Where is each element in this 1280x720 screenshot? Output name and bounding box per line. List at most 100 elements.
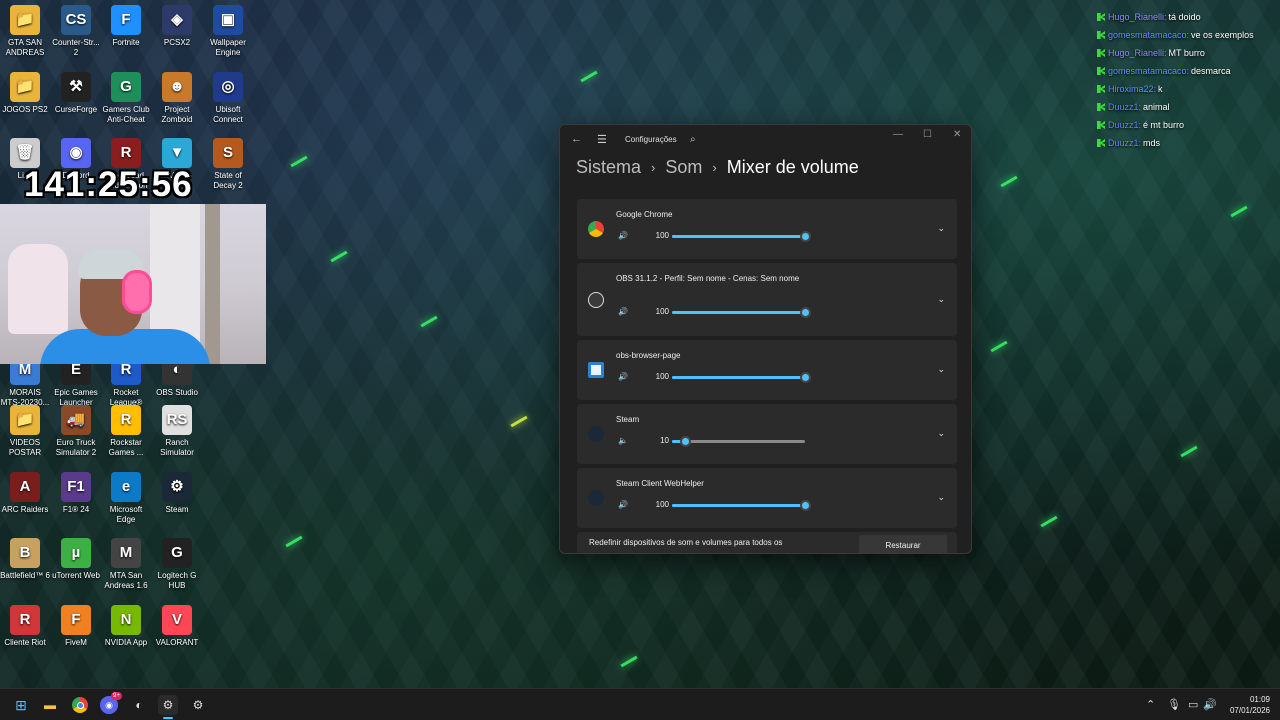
app-icon: A bbox=[10, 472, 40, 502]
chrome-icon[interactable] bbox=[70, 695, 90, 715]
desktop-icon[interactable]: ◈ PCSX2 bbox=[152, 5, 202, 48]
breadcrumb-sistema[interactable]: Sistema bbox=[576, 157, 641, 178]
desktop-icon[interactable]: e Microsoft Edge bbox=[101, 472, 151, 525]
desktop-icon[interactable]: V VALORANT bbox=[152, 605, 202, 648]
back-arrow-icon[interactable]: ← bbox=[571, 133, 582, 145]
volume-slider[interactable] bbox=[672, 436, 805, 447]
volume-slider-thumb[interactable] bbox=[800, 307, 811, 318]
desktop-icon[interactable]: A ARC Raiders bbox=[0, 472, 50, 515]
app-volume-card[interactable]: Steam 🔈 10 ⌄ bbox=[577, 404, 957, 464]
volume-value: 100 bbox=[655, 372, 669, 381]
speaker-icon[interactable]: 🔊 bbox=[618, 372, 628, 381]
desktop-icon[interactable]: 📁 JOGOS PS2 bbox=[0, 72, 50, 115]
desktop-icon[interactable]: G Logitech G HUB bbox=[152, 538, 202, 591]
desktop-icon-label: Fortnite bbox=[112, 38, 140, 47]
maximize-button[interactable]: ☐ bbox=[923, 129, 932, 140]
app-volume-card[interactable]: OBS 31.1.2 - Perfil: Sem nome - Cenas: S… bbox=[577, 263, 957, 336]
desktop-icon[interactable]: F Fortnite bbox=[101, 5, 151, 48]
app-name: Steam Client WebHelper bbox=[616, 479, 704, 488]
volume-slider-thumb[interactable] bbox=[800, 372, 811, 383]
close-button[interactable]: ✕ bbox=[953, 129, 961, 140]
speaker-icon[interactable]: 🔊 bbox=[618, 500, 628, 509]
taskbar: ⊞ ▬ ◉ 9+ ◐ ⚙ ⚙ ⌃ 🎙 ▭ 🔊 01:09 07/01/2026 bbox=[0, 688, 1280, 720]
volume-slider-thumb[interactable] bbox=[680, 436, 692, 447]
volume-slider[interactable] bbox=[672, 307, 811, 318]
chat-username: gomesmatamacaco: bbox=[1108, 30, 1190, 40]
app-icon: ◉ bbox=[61, 138, 91, 168]
speaker-icon[interactable]: 🔊 bbox=[618, 231, 628, 240]
desktop-icon[interactable]: ⚙ Steam bbox=[152, 472, 202, 515]
desktop-icon-label: Rockstar Games ... bbox=[108, 438, 144, 457]
app-icon: R bbox=[10, 605, 40, 635]
chevron-up-icon[interactable]: ⌃ bbox=[1146, 698, 1155, 711]
desktop-icon[interactable]: ⚒ CurseForge bbox=[51, 72, 101, 115]
chevron-down-icon[interactable]: ⌄ bbox=[937, 294, 945, 305]
desktop-icon[interactable]: M MTA San Andreas 1.6 bbox=[101, 538, 151, 591]
desktop-icon[interactable]: RS Ranch Simulator bbox=[152, 405, 202, 458]
file-explorer-icon[interactable]: ▬ bbox=[40, 695, 60, 715]
desktop-icon[interactable]: S State of Decay 2 bbox=[203, 138, 253, 191]
desktop-icon[interactable]: G Gamers Club Anti-Cheat bbox=[101, 72, 151, 125]
chevron-right-icon: › bbox=[712, 160, 717, 175]
settings-window: ← ☰ Configurações ⌕ — ☐ ✕ Sistema › Som … bbox=[559, 124, 972, 554]
desktop-icon-label: Gamers Club Anti-Cheat bbox=[102, 105, 150, 124]
desktop-icon[interactable]: ▣ Wallpaper Engine bbox=[203, 5, 253, 58]
volume-slider[interactable] bbox=[672, 372, 811, 383]
desktop-icon[interactable]: ◎ Ubisoft Connect bbox=[203, 72, 253, 125]
microphone-icon[interactable]: 🎙 bbox=[1167, 698, 1181, 711]
volume-slider-thumb[interactable] bbox=[800, 500, 811, 511]
steam-icon[interactable]: ⚙ bbox=[158, 695, 178, 715]
app-icon: ⚒ bbox=[61, 72, 91, 102]
desktop-icon[interactable]: R Cliente Riot bbox=[0, 605, 50, 648]
app-icon: 📁 bbox=[10, 5, 40, 35]
desktop-icon[interactable]: µ uTorrent Web bbox=[51, 538, 101, 581]
wallpaper-accent bbox=[285, 535, 303, 548]
minimize-button[interactable]: — bbox=[893, 129, 903, 140]
windows-start-icon[interactable]: ⊞ bbox=[11, 695, 31, 715]
breadcrumb-som[interactable]: Som bbox=[665, 157, 702, 178]
menu-icon[interactable]: ☰ bbox=[597, 133, 607, 146]
stream-chat: Hugo_Rianelli: tá doido gomesmatamacaco: ve… bbox=[1097, 8, 1277, 152]
app-volume-card[interactable]: Google Chrome 🔊 100 ⌄ bbox=[577, 199, 957, 259]
speaker-icon[interactable]: 🔈 bbox=[618, 436, 628, 445]
app-icon: F1 bbox=[61, 472, 91, 502]
desktop-icon-label: F1® 24 bbox=[62, 505, 90, 514]
settings-icon[interactable]: ⚙ bbox=[188, 695, 208, 715]
restore-button[interactable]: Restaurar bbox=[859, 535, 947, 553]
app-icon: 🗑 bbox=[10, 138, 40, 168]
chevron-down-icon[interactable]: ⌄ bbox=[937, 223, 945, 234]
chevron-down-icon[interactable]: ⌄ bbox=[937, 492, 945, 503]
app-volume-card[interactable]: Steam Client WebHelper 🔊 100 ⌄ bbox=[577, 468, 957, 528]
desktop-icon[interactable]: F1 F1® 24 bbox=[51, 472, 101, 515]
desktop-icon[interactable]: ☻ Project Zomboid bbox=[152, 72, 202, 125]
speaker-icon[interactable]: 🔊 bbox=[618, 307, 628, 316]
desktop-icon[interactable]: 🚚 Euro Truck Simulator 2 bbox=[51, 405, 101, 458]
desktop-icon[interactable]: R Rockstar Games ... bbox=[101, 405, 151, 458]
clock-date[interactable]: 01:09 07/01/2026 bbox=[1230, 694, 1270, 716]
desktop-icon[interactable]: B Battlefield™ 6 bbox=[0, 538, 50, 581]
wallpaper-accent bbox=[510, 415, 528, 428]
volume-slider[interactable] bbox=[672, 500, 811, 511]
display-icon[interactable]: ▭ bbox=[1188, 698, 1198, 711]
chevron-down-icon[interactable]: ⌄ bbox=[937, 364, 945, 375]
app-volume-card[interactable]: obs-browser-page 🔊 100 ⌄ bbox=[577, 340, 957, 400]
desktop-icon[interactable]: N NVIDIA App bbox=[101, 605, 151, 648]
desktop-icon-label: VALORANT bbox=[155, 638, 199, 647]
volume-slider[interactable] bbox=[672, 231, 811, 242]
speaker-icon[interactable]: 🔊 bbox=[1203, 698, 1217, 711]
volume-slider-thumb[interactable] bbox=[800, 231, 811, 242]
obs-icon[interactable]: ◐ bbox=[129, 695, 149, 715]
desktop-icon-label: Euro Truck Simulator 2 bbox=[55, 438, 97, 457]
chat-username: Hiroxima22: bbox=[1108, 84, 1157, 94]
desktop-icon[interactable]: CS Counter-Str... 2 bbox=[51, 5, 101, 58]
breadcrumb: Sistema › Som › Mixer de volume bbox=[576, 157, 859, 178]
desktop-icon[interactable]: 📁 GTA SAN ANDREAS bbox=[0, 5, 50, 58]
desktop-icon[interactable]: 📁 VIDEOS POSTAR bbox=[0, 405, 50, 458]
desktop-icon-label: Logitech G HUB bbox=[157, 571, 197, 590]
desktop-icon-label: CurseForge bbox=[54, 105, 98, 114]
chevron-down-icon[interactable]: ⌄ bbox=[937, 428, 945, 439]
desktop-icon[interactable]: F FiveM bbox=[51, 605, 101, 648]
wallpaper-accent bbox=[330, 250, 348, 263]
discord-icon[interactable]: ◉ 9+ bbox=[100, 692, 122, 714]
search-icon[interactable]: ⌕ bbox=[690, 134, 696, 145]
